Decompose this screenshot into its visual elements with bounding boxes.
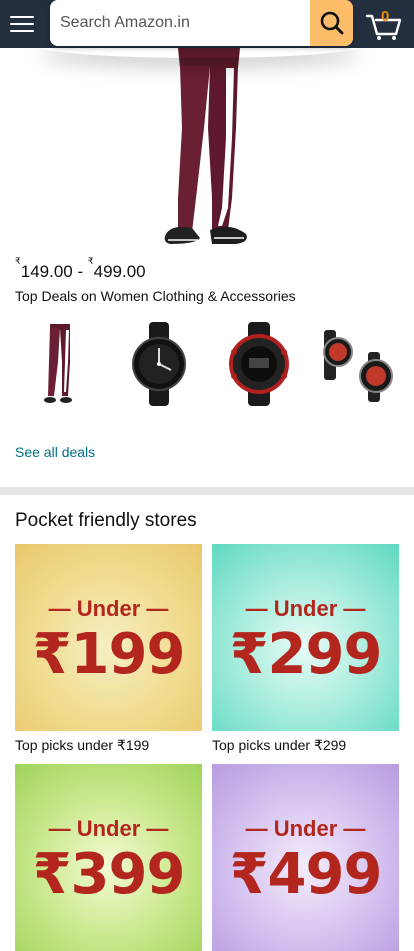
store-card-under-199[interactable]: — Under — ₹199: [15, 544, 202, 731]
deal-thumbnails: [15, 322, 414, 406]
banner-price: ₹199: [32, 622, 186, 687]
price-high: 499.00: [93, 262, 146, 281]
thumbnail-watch-pair[interactable]: [315, 322, 403, 406]
watch-pair-icon: [323, 330, 393, 402]
search-input[interactable]: [50, 0, 310, 46]
banner-price: ₹499: [229, 842, 383, 907]
deal-price-range: ₹149.00 - ₹499.00: [15, 256, 146, 282]
top-header: 0: [0, 0, 414, 48]
cart-button[interactable]: 0: [364, 6, 404, 42]
store-caption-299[interactable]: Top picks under ₹299: [212, 737, 346, 754]
banner-under-label: — Under —: [245, 596, 366, 621]
pocket-friendly-stores-title: Pocket friendly stores: [15, 510, 197, 531]
search-icon: [320, 11, 343, 35]
price-separator: -: [77, 262, 84, 281]
price-low: 149.00: [20, 262, 73, 281]
store-caption-199[interactable]: Top picks under ₹199: [15, 737, 149, 754]
banner-price: ₹299: [229, 622, 383, 687]
banner-under-label: — Under —: [245, 816, 366, 841]
search-button[interactable]: [310, 0, 353, 46]
thumbnail-leggings[interactable]: [15, 322, 103, 406]
hamburger-menu-icon[interactable]: [10, 10, 40, 38]
store-card-under-499[interactable]: — Under — ₹499: [212, 764, 399, 951]
price-currency-high: ₹: [87, 256, 94, 267]
section-divider: [0, 487, 414, 495]
cart-count-badge: 0: [381, 8, 390, 25]
store-card-under-399[interactable]: — Under — ₹399: [15, 764, 202, 951]
thumbnail-watch-black[interactable]: [115, 322, 203, 406]
search-bar: [50, 0, 353, 46]
thumbnail-watch-digital[interactable]: [215, 322, 303, 406]
leggings-product-image: [164, 48, 247, 244]
store-card-under-299[interactable]: — Under — ₹299: [212, 544, 399, 731]
leggings-icon: [44, 324, 72, 403]
watch-digital-icon: [229, 322, 289, 406]
banner-price: ₹399: [32, 842, 186, 907]
banner-under-label: — Under —: [48, 816, 169, 841]
see-all-deals-link[interactable]: See all deals: [15, 444, 95, 460]
deal-hero-image[interactable]: [0, 48, 414, 248]
banner-under-label: — Under —: [48, 596, 169, 621]
watch-black-icon: [132, 322, 186, 406]
deal-title[interactable]: Top Deals on Women Clothing & Accessorie…: [15, 288, 296, 304]
price-currency-low: ₹: [15, 256, 21, 267]
